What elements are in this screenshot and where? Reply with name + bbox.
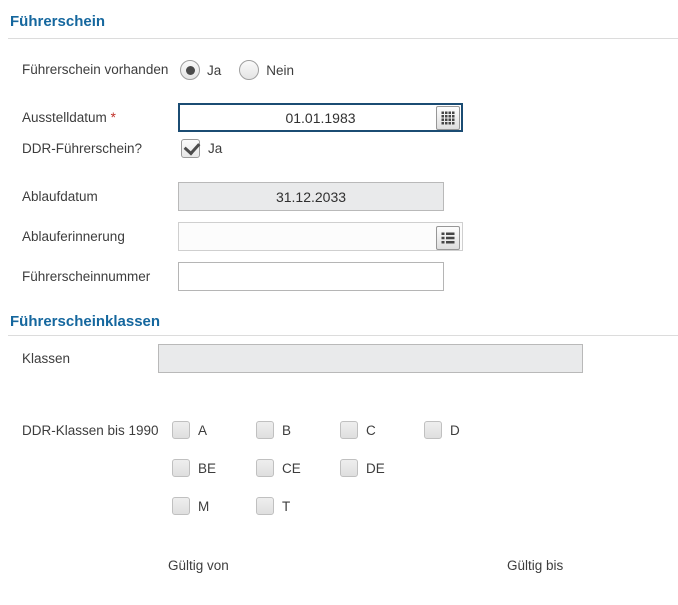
section-divider bbox=[8, 335, 678, 336]
radio-ja-label: Ja bbox=[207, 63, 221, 78]
row-ddr-klassen: DDR-Klassen bis 1990 A B C D BE bbox=[22, 421, 678, 535]
ablauferinnerung-label: Ablauferinnerung bbox=[22, 228, 178, 246]
ddr-klasse-c: C bbox=[340, 421, 424, 439]
ausstelldatum-input[interactable] bbox=[178, 103, 463, 132]
section-title-fuehrerscheinklassen: Führerscheinklassen bbox=[10, 313, 678, 330]
ddr-klasse-a-label: A bbox=[198, 423, 207, 438]
klassen-input bbox=[158, 344, 583, 373]
ablauferinnerung-input[interactable] bbox=[178, 222, 463, 251]
row-ddr-fuehrerschein: DDR-Führerschein? Ja bbox=[22, 139, 678, 158]
calendar-button[interactable] bbox=[436, 106, 460, 130]
ausstelldatum-label-text: Ausstelldatum bbox=[22, 110, 107, 125]
ddr-klasse-a: A bbox=[172, 421, 256, 439]
ddr-klasse-b: B bbox=[256, 421, 340, 439]
fuehrerschein-vorhanden-label: Führerschein vorhanden bbox=[22, 61, 178, 79]
ddr-klasse-t-checkbox[interactable] bbox=[256, 497, 274, 515]
ddr-klasse-de-checkbox[interactable] bbox=[340, 459, 358, 477]
ddr-fuehrerschein-label: DDR-Führerschein? bbox=[22, 140, 178, 158]
row-ablauferinnerung: Ablauferinnerung bbox=[22, 222, 678, 251]
ddr-fuehrerschein-checkbox-label: Ja bbox=[208, 141, 222, 156]
list-icon bbox=[441, 231, 455, 245]
ddr-klasse-c-checkbox[interactable] bbox=[340, 421, 358, 439]
ddr-fuehrerschein-checkbox[interactable] bbox=[181, 139, 200, 158]
ddr-klasse-c-label: C bbox=[366, 423, 376, 438]
row-fuehrerschein-vorhanden: Führerschein vorhanden Ja Nein bbox=[22, 52, 678, 88]
ddr-klassen-grid-row: M T bbox=[172, 497, 508, 515]
klassen-label: Klassen bbox=[22, 350, 168, 368]
ddr-klasse-b-label: B bbox=[282, 423, 291, 438]
row-ablaufdatum: Ablaufdatum bbox=[22, 182, 678, 211]
ddr-klasse-ce-label: CE bbox=[282, 461, 301, 476]
row-fuehrerscheinnummer: Führerscheinnummer bbox=[22, 262, 678, 291]
ddr-klasse-t: T bbox=[256, 497, 340, 515]
ddr-klassen-grid-row: A B C D bbox=[172, 421, 508, 439]
ddr-klasse-be: BE bbox=[172, 459, 256, 477]
ablaufdatum-label: Ablaufdatum bbox=[22, 188, 178, 206]
calendar-icon bbox=[441, 111, 455, 125]
ddr-klasse-m-label: M bbox=[198, 499, 209, 514]
ddr-klasse-m-checkbox[interactable] bbox=[172, 497, 190, 515]
list-picker-button[interactable] bbox=[436, 226, 460, 250]
fuehrerscheinnummer-input[interactable] bbox=[178, 262, 444, 291]
ablauferinnerung-field bbox=[178, 222, 463, 251]
radio-nein[interactable] bbox=[239, 60, 259, 80]
ddr-klasse-de-label: DE bbox=[366, 461, 385, 476]
ddr-klassen-label: DDR-Klassen bis 1990 bbox=[22, 421, 172, 440]
ddr-klasse-d: D bbox=[424, 421, 508, 439]
section-title-fuehrerschein: Führerschein bbox=[10, 13, 678, 30]
radio-nein-label: Nein bbox=[266, 63, 294, 78]
radio-selected-dot bbox=[186, 66, 195, 75]
row-ausstelldatum: Ausstelldatum * bbox=[22, 103, 678, 132]
ddr-klasse-de: DE bbox=[340, 459, 424, 477]
radio-ja[interactable] bbox=[180, 60, 200, 80]
fuehrerscheinnummer-label: Führerscheinnummer bbox=[22, 268, 178, 286]
ablaufdatum-input bbox=[178, 182, 444, 211]
gueltig-von-label: Gültig von bbox=[168, 558, 229, 573]
ddr-klasse-d-checkbox[interactable] bbox=[424, 421, 442, 439]
gueltig-bis-label: Gültig bis bbox=[507, 558, 563, 573]
ausstelldatum-label: Ausstelldatum * bbox=[22, 109, 178, 127]
required-marker: * bbox=[111, 110, 116, 125]
ddr-klassen-grid: A B C D BE CE bbox=[172, 421, 508, 535]
ddr-klasse-d-label: D bbox=[450, 423, 460, 438]
validity-column-headers: Gültig von Gültig bis bbox=[0, 558, 678, 575]
ddr-klassen-grid-row: BE CE DE bbox=[172, 459, 508, 477]
checkmark-icon bbox=[184, 138, 201, 155]
ddr-klasse-be-label: BE bbox=[198, 461, 216, 476]
ddr-klasse-be-checkbox[interactable] bbox=[172, 459, 190, 477]
ddr-klasse-m: M bbox=[172, 497, 256, 515]
ddr-klasse-t-label: T bbox=[282, 499, 290, 514]
ddr-klasse-ce: CE bbox=[256, 459, 340, 477]
ddr-klasse-b-checkbox[interactable] bbox=[256, 421, 274, 439]
row-klassen: Klassen bbox=[22, 344, 678, 373]
section-divider bbox=[8, 38, 678, 39]
ddr-klasse-ce-checkbox[interactable] bbox=[256, 459, 274, 477]
ausstelldatum-field bbox=[178, 103, 463, 132]
fuehrerschein-vorhanden-radiogroup: Ja Nein bbox=[180, 60, 294, 80]
ddr-klasse-a-checkbox[interactable] bbox=[172, 421, 190, 439]
